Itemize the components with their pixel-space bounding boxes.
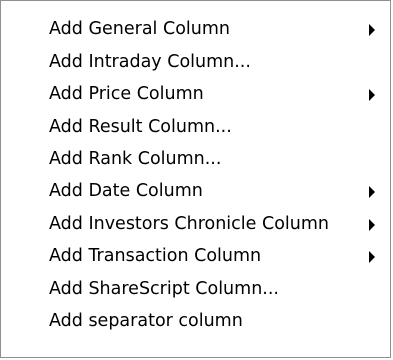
submenu-arrow-icon <box>369 24 375 37</box>
submenu-arrow-icon <box>369 88 375 101</box>
menu-item-add-rank-column[interactable]: Add Rank Column... <box>1 144 390 176</box>
menu-item-add-date-column[interactable]: Add Date Column <box>1 176 390 208</box>
menu-item-label: Add Date Column <box>49 181 203 202</box>
menu-item-label: Add ShareScript Column... <box>49 278 279 299</box>
submenu-arrow-icon <box>369 218 375 231</box>
menu-list: Add General Column Add Intraday Column..… <box>1 14 390 338</box>
menu-item-label: Add Investors Chronicle Column <box>49 213 329 234</box>
submenu-arrow-icon <box>369 250 375 263</box>
submenu-arrow-icon <box>369 186 375 199</box>
context-menu: Add General Column Add Intraday Column..… <box>0 0 391 358</box>
menu-item-add-price-column[interactable]: Add Price Column <box>1 79 390 111</box>
menu-item-add-intraday-column[interactable]: Add Intraday Column... <box>1 46 390 78</box>
menu-item-label: Add General Column <box>49 19 230 40</box>
menu-item-add-sharescript-column[interactable]: Add ShareScript Column... <box>1 273 390 305</box>
menu-item-label: Add Transaction Column <box>49 246 262 267</box>
menu-item-add-transaction-column[interactable]: Add Transaction Column <box>1 241 390 273</box>
menu-item-label: Add Intraday Column... <box>49 51 251 72</box>
menu-item-label: Add Result Column... <box>49 116 232 137</box>
menu-item-label: Add Rank Column... <box>49 149 222 169</box>
menu-item-add-investors-chronicle-column[interactable]: Add Investors Chronicle Column <box>1 208 390 240</box>
menu-item-add-result-column[interactable]: Add Result Column... <box>1 111 390 143</box>
menu-item-add-separator-column[interactable]: Add separator column <box>1 306 390 338</box>
menu-item-label: Add Price Column <box>49 84 204 105</box>
menu-item-add-general-column[interactable]: Add General Column <box>1 14 390 46</box>
menu-item-label: Add separator column <box>49 310 243 331</box>
